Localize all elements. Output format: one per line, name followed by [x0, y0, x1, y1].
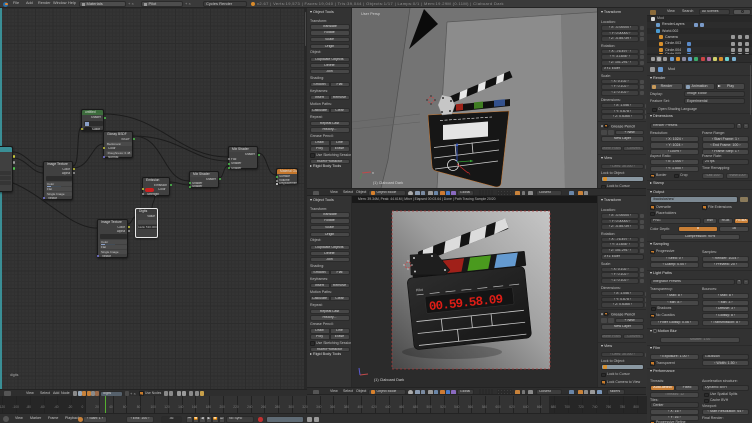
svg-text:(1) Claboard Dark: (1) Claboard Dark [374, 378, 404, 382]
svg-text:x: x [372, 171, 374, 175]
svg-text:Pilot: Pilot [416, 288, 423, 293]
svg-text:(1) Claboard Dark: (1) Claboard Dark [373, 181, 403, 185]
svg-text:User Persp: User Persp [361, 12, 380, 16]
